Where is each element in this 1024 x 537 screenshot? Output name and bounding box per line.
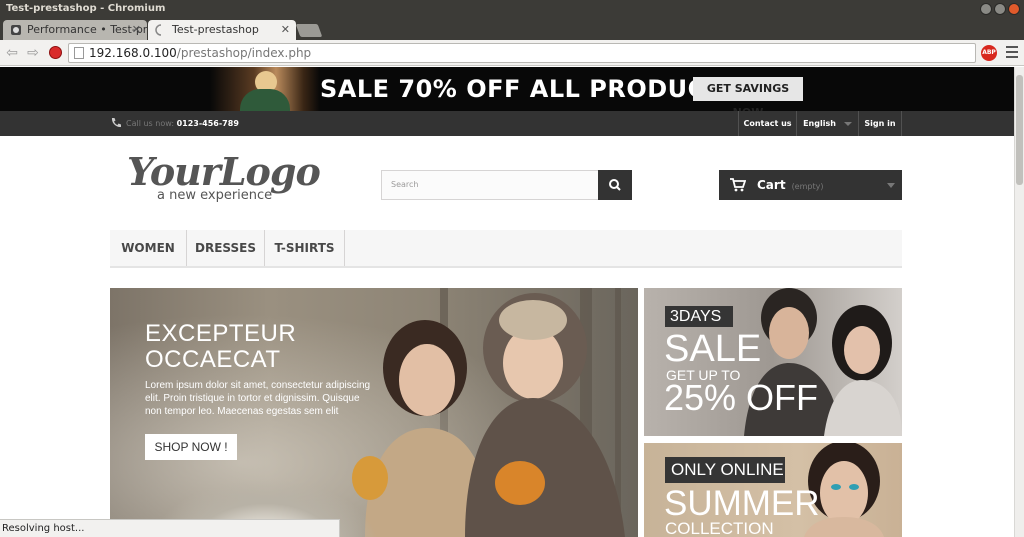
category-t-shirts[interactable]: T-SHIRTS <box>265 230 345 266</box>
tab-label: Performance • Test-pr <box>27 23 147 36</box>
logo-tagline: a new experience <box>157 188 273 203</box>
status-bubble: Resolving host... <box>0 519 340 537</box>
page-viewport: SALE 70% OFF ALL PRODUCTS GET SAVINGS NO… <box>0 67 1014 537</box>
get-savings-button[interactable]: GET SAVINGS NOW <box>693 77 803 119</box>
close-window-icon[interactable] <box>1008 3 1020 15</box>
tab-close-icon[interactable]: ✕ <box>281 20 290 40</box>
tab-performance[interactable]: Performance • Test-pr ✕ <box>3 20 147 40</box>
search-button[interactable] <box>598 170 632 200</box>
promo-tile-summer[interactable]: ONLY ONLINE SUMMER COLLECTION <box>644 443 902 537</box>
window-title: Test-prestashop - Chromium <box>6 3 166 14</box>
tab-test-prestashop[interactable]: Test-prestashop ✕ <box>148 20 296 40</box>
tab-strip: Performance • Test-pr ✕ Test-prestashop … <box>0 18 1024 40</box>
search-placeholder: Search <box>391 180 419 189</box>
adblock-icon[interactable]: ABP <box>981 45 997 61</box>
url-host: 192.168.0.100 <box>89 46 177 60</box>
summer-title: SUMMER <box>664 484 820 523</box>
sale-percent: 25% OFF <box>664 377 819 418</box>
page-icon <box>74 47 84 59</box>
cart-label: Cart <box>757 178 786 192</box>
homepage-slider[interactable]: EXCEPTEUR OCCAECAT Lorem ipsum dolor sit … <box>110 288 638 537</box>
sign-in-link[interactable]: Sign in <box>858 111 902 136</box>
forward-icon[interactable]: ⇨ <box>24 44 42 62</box>
stop-loading-icon[interactable] <box>49 46 62 59</box>
shop-now-button[interactable]: SHOP NOW ! <box>145 434 237 460</box>
promo-text: SALE 70% OFF ALL PRODUCTS <box>320 75 741 103</box>
tab-close-icon[interactable]: ✕ <box>132 20 141 40</box>
new-tab-button[interactable] <box>295 24 323 37</box>
tab-label: Test-prestashop <box>172 23 259 36</box>
cart-status: (empty) <box>791 182 824 191</box>
loading-spinner-icon <box>155 24 162 36</box>
browser-toolbar: ⇦ ⇨ 192.168.0.100/prestashop/index.php A… <box>0 40 1024 66</box>
maximize-icon[interactable] <box>994 3 1006 15</box>
chevron-down-icon <box>887 183 895 188</box>
slide-heading: EXCEPTEUR OCCAECAT <box>145 320 297 373</box>
sale-title: SALE <box>664 328 762 370</box>
back-icon[interactable]: ⇦ <box>3 44 21 62</box>
search-icon <box>609 179 621 191</box>
call-us-text: Call us now: 0123-456-789 <box>126 119 239 128</box>
category-dresses[interactable]: DRESSES <box>187 230 265 266</box>
browser-menu-icon[interactable] <box>1006 46 1018 60</box>
language-selector[interactable]: English <box>796 111 858 136</box>
phone-number: 0123-456-789 <box>176 119 239 128</box>
logo-text: YourLogo <box>127 149 321 194</box>
contact-us-link[interactable]: Contact us <box>738 111 796 136</box>
promo-model-image <box>210 67 320 111</box>
store-logo[interactable]: YourLogo a new experience <box>127 151 322 207</box>
promo-banner[interactable]: SALE 70% OFF ALL PRODUCTS GET SAVINGS NO… <box>0 67 1014 119</box>
summer-subtitle: COLLECTION <box>665 519 774 537</box>
promo-tile-sale[interactable]: 3DAYS SALE GET UP TO 25% OFF <box>644 288 902 436</box>
window-titlebar: Test-prestashop - Chromium <box>0 0 1024 18</box>
scrollbar-thumb[interactable] <box>1016 75 1023 185</box>
chevron-down-icon <box>843 121 852 126</box>
address-bar[interactable]: 192.168.0.100/prestashop/index.php <box>68 43 976 63</box>
cart-icon <box>730 178 746 192</box>
category-women[interactable]: WOMEN <box>110 230 187 266</box>
minimize-icon[interactable] <box>980 3 992 15</box>
cart-button[interactable]: Cart (empty) <box>719 170 902 200</box>
search-input[interactable]: Search <box>381 170 599 200</box>
page-scrollbar[interactable] <box>1014 67 1024 537</box>
prestashop-favicon-icon <box>11 25 21 35</box>
category-menu: WOMEN DRESSES T-SHIRTS <box>110 230 902 268</box>
browser-window: Test-prestashop - Chromium Performance •… <box>0 0 1024 537</box>
online-badge: ONLY ONLINE <box>665 457 785 483</box>
top-nav-bar: Call us now: 0123-456-789 Contact us Eng… <box>0 111 1014 136</box>
url-path: /prestashop/index.php <box>176 46 312 60</box>
sale-badge: 3DAYS <box>665 306 733 327</box>
slide-description: Lorem ipsum dolor sit amet, consectetur … <box>145 380 371 417</box>
phone-icon <box>111 118 121 128</box>
